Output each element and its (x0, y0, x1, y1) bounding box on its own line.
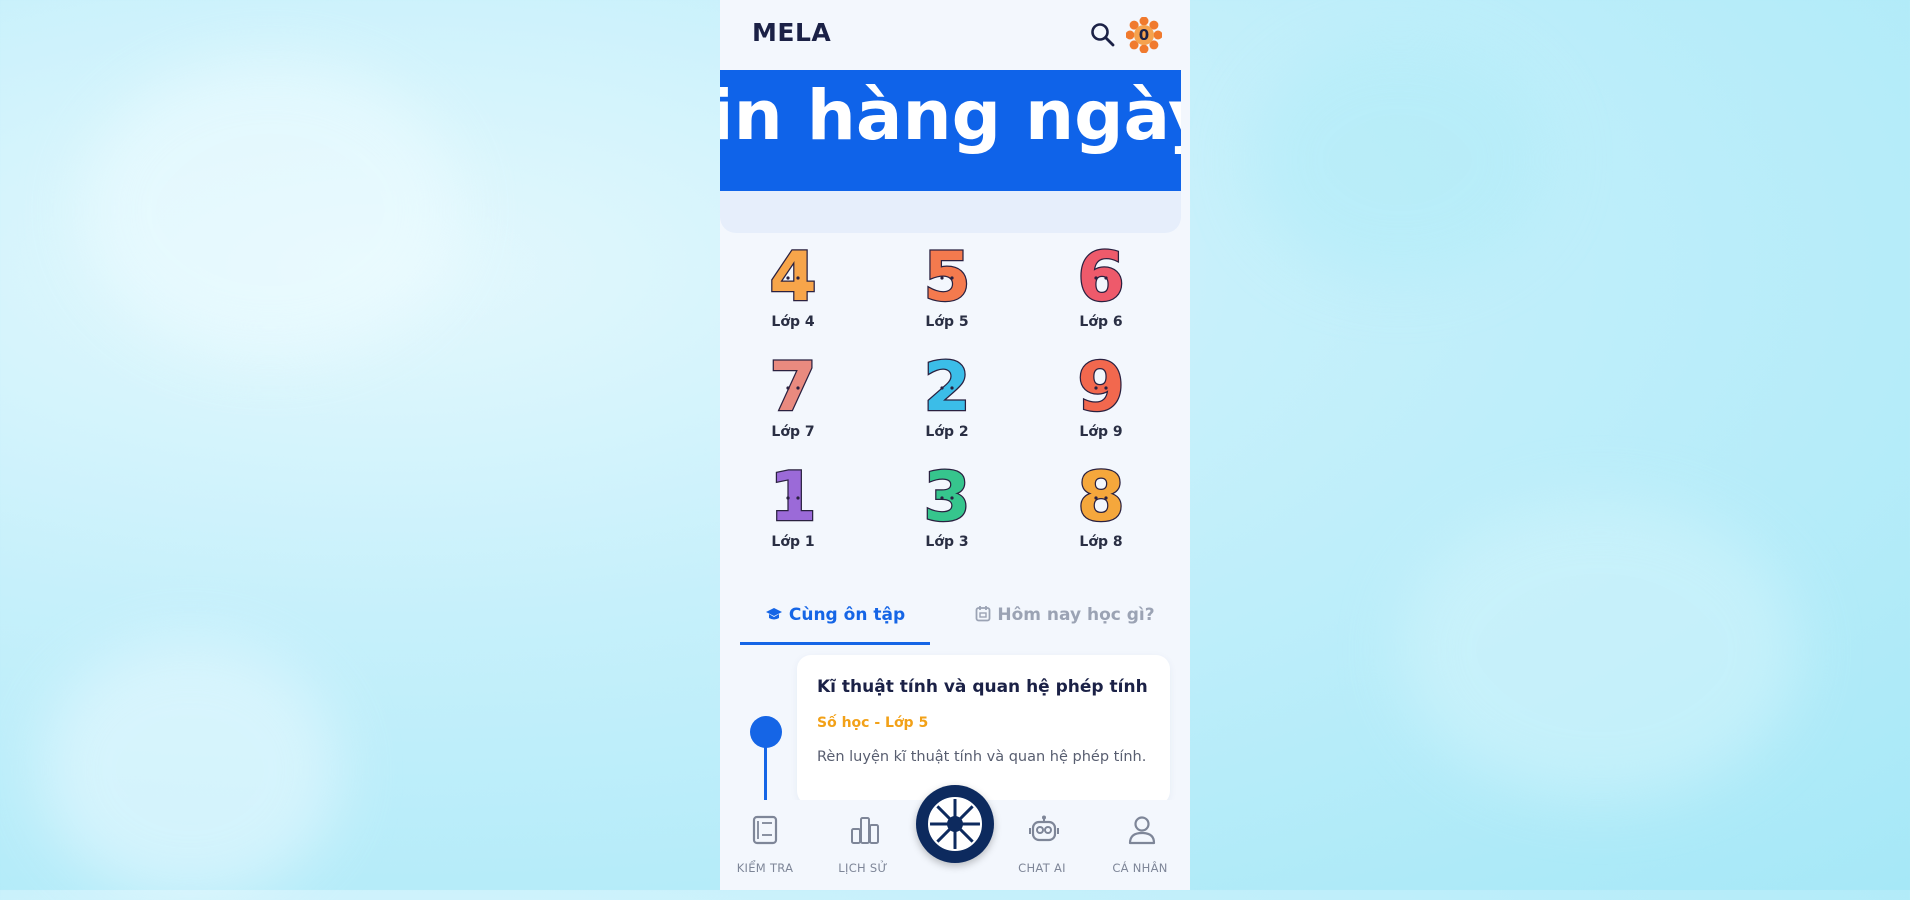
nav-label: LỊCH SỬ (838, 861, 888, 875)
coin-counter[interactable]: 0 (1125, 16, 1163, 54)
grade-label: Lớp 4 (771, 314, 815, 330)
nav-kiem-tra[interactable]: KIỂM TRA (725, 810, 805, 880)
graduation-cap-icon (765, 606, 783, 627)
nav-label: KIỂM TRA (736, 861, 794, 875)
lesson-title: Kĩ thuật tính và quan hệ phép tính (817, 677, 1148, 697)
grade-item[interactable]: 5 Lớp 5 (887, 238, 1007, 338)
number-mascot-icon: 3 (922, 458, 972, 528)
grade-item[interactable]: 3 Lớp 3 (887, 458, 1007, 558)
grade-item[interactable]: 1 Lớp 1 (733, 458, 853, 558)
grade-label: Lớp 9 (1079, 424, 1123, 440)
wheel-icon (928, 797, 982, 851)
book-icon (752, 815, 778, 845)
tab-hom-nay-hoc-gi[interactable]: Hôm nay học gì? (960, 595, 1170, 645)
lesson-subject: Số học - Lớp 5 (817, 715, 929, 731)
nav-chat-ai[interactable]: CHAT AI (1002, 810, 1082, 880)
timeline-dot (750, 716, 782, 748)
svg-text:1: 1 (769, 458, 816, 528)
bar-chart-icon (851, 817, 879, 844)
number-mascot-icon: 1 (768, 458, 818, 528)
grade-label: Lớp 5 (925, 314, 969, 330)
svg-text:5: 5 (923, 238, 970, 308)
tab-label: Cùng ôn tập (788, 605, 906, 625)
grade-label: Lớp 6 (1079, 314, 1123, 330)
grade-item[interactable]: 2 Lớp 2 (887, 348, 1007, 448)
svg-text:7: 7 (769, 348, 816, 418)
banner-marquee-text: in hàng ngày v (720, 76, 1181, 156)
coin-count: 0 (1138, 26, 1150, 44)
background-blob (1250, 40, 1550, 280)
number-mascot-icon: 9 (1076, 348, 1126, 418)
svg-text:6: 6 (1077, 238, 1124, 308)
background-blob (1400, 500, 1800, 800)
app-header: MELA 0 (720, 0, 1190, 70)
grade-label: Lớp 2 (925, 424, 969, 440)
grade-item[interactable]: 6 Lớp 6 (1041, 238, 1161, 338)
robot-icon (1029, 815, 1059, 842)
background-blob (40, 640, 340, 900)
search-icon[interactable] (1088, 20, 1118, 50)
grade-label: Lớp 1 (771, 534, 815, 550)
grade-label: Lớp 8 (1079, 534, 1123, 550)
grade-item[interactable]: 9 Lớp 9 (1041, 348, 1161, 448)
nav-lich-su[interactable]: LỊCH SỬ (823, 810, 903, 880)
number-mascot-icon: 4 (768, 238, 818, 308)
promo-banner-container: in hàng ngày v (720, 70, 1181, 233)
grade-label: Lớp 7 (771, 424, 815, 440)
number-mascot-icon: 8 (1076, 458, 1126, 528)
svg-text:3: 3 (923, 458, 970, 528)
grade-item[interactable]: 8 Lớp 8 (1041, 458, 1161, 558)
nav-label: CÁ NHÂN (1112, 861, 1168, 875)
grade-label: Lớp 3 (925, 534, 969, 550)
timeline-line (764, 746, 767, 806)
number-mascot-icon: 5 (922, 238, 972, 308)
user-icon (1128, 816, 1156, 845)
app-logo: MELA (752, 18, 832, 47)
number-mascot-icon: 2 (922, 348, 972, 418)
background-blob (80, 60, 460, 360)
svg-text:8: 8 (1077, 458, 1124, 528)
grade-item[interactable]: 7 Lớp 7 (733, 348, 853, 448)
nav-ca-nhan[interactable]: CÁ NHÂN (1100, 810, 1180, 880)
tab-cung-on-tap[interactable]: Cùng ôn tập (740, 595, 930, 645)
calendar-icon (975, 605, 991, 627)
lesson-description: Rèn luyện kĩ thuật tính và quan hệ phép … (817, 749, 1147, 765)
tab-label: Hôm nay học gì? (997, 605, 1155, 625)
number-mascot-icon: 6 (1076, 238, 1126, 308)
lesson-card[interactable]: Kĩ thuật tính và quan hệ phép tính Số họ… (797, 655, 1170, 805)
svg-text:9: 9 (1077, 348, 1124, 418)
svg-text:2: 2 (923, 348, 970, 418)
promo-banner[interactable]: in hàng ngày v (720, 70, 1181, 191)
grade-item[interactable]: 4 Lớp 4 (733, 238, 853, 338)
nav-label: CHAT AI (1018, 861, 1066, 875)
number-mascot-icon: 7 (768, 348, 818, 418)
center-wheel-button[interactable] (916, 785, 994, 863)
svg-text:4: 4 (769, 238, 816, 308)
mobile-app-frame: MELA 0 in hàng ngà 4 Lớp 4 5 Lớp 5 6 Lớp… (720, 0, 1190, 890)
